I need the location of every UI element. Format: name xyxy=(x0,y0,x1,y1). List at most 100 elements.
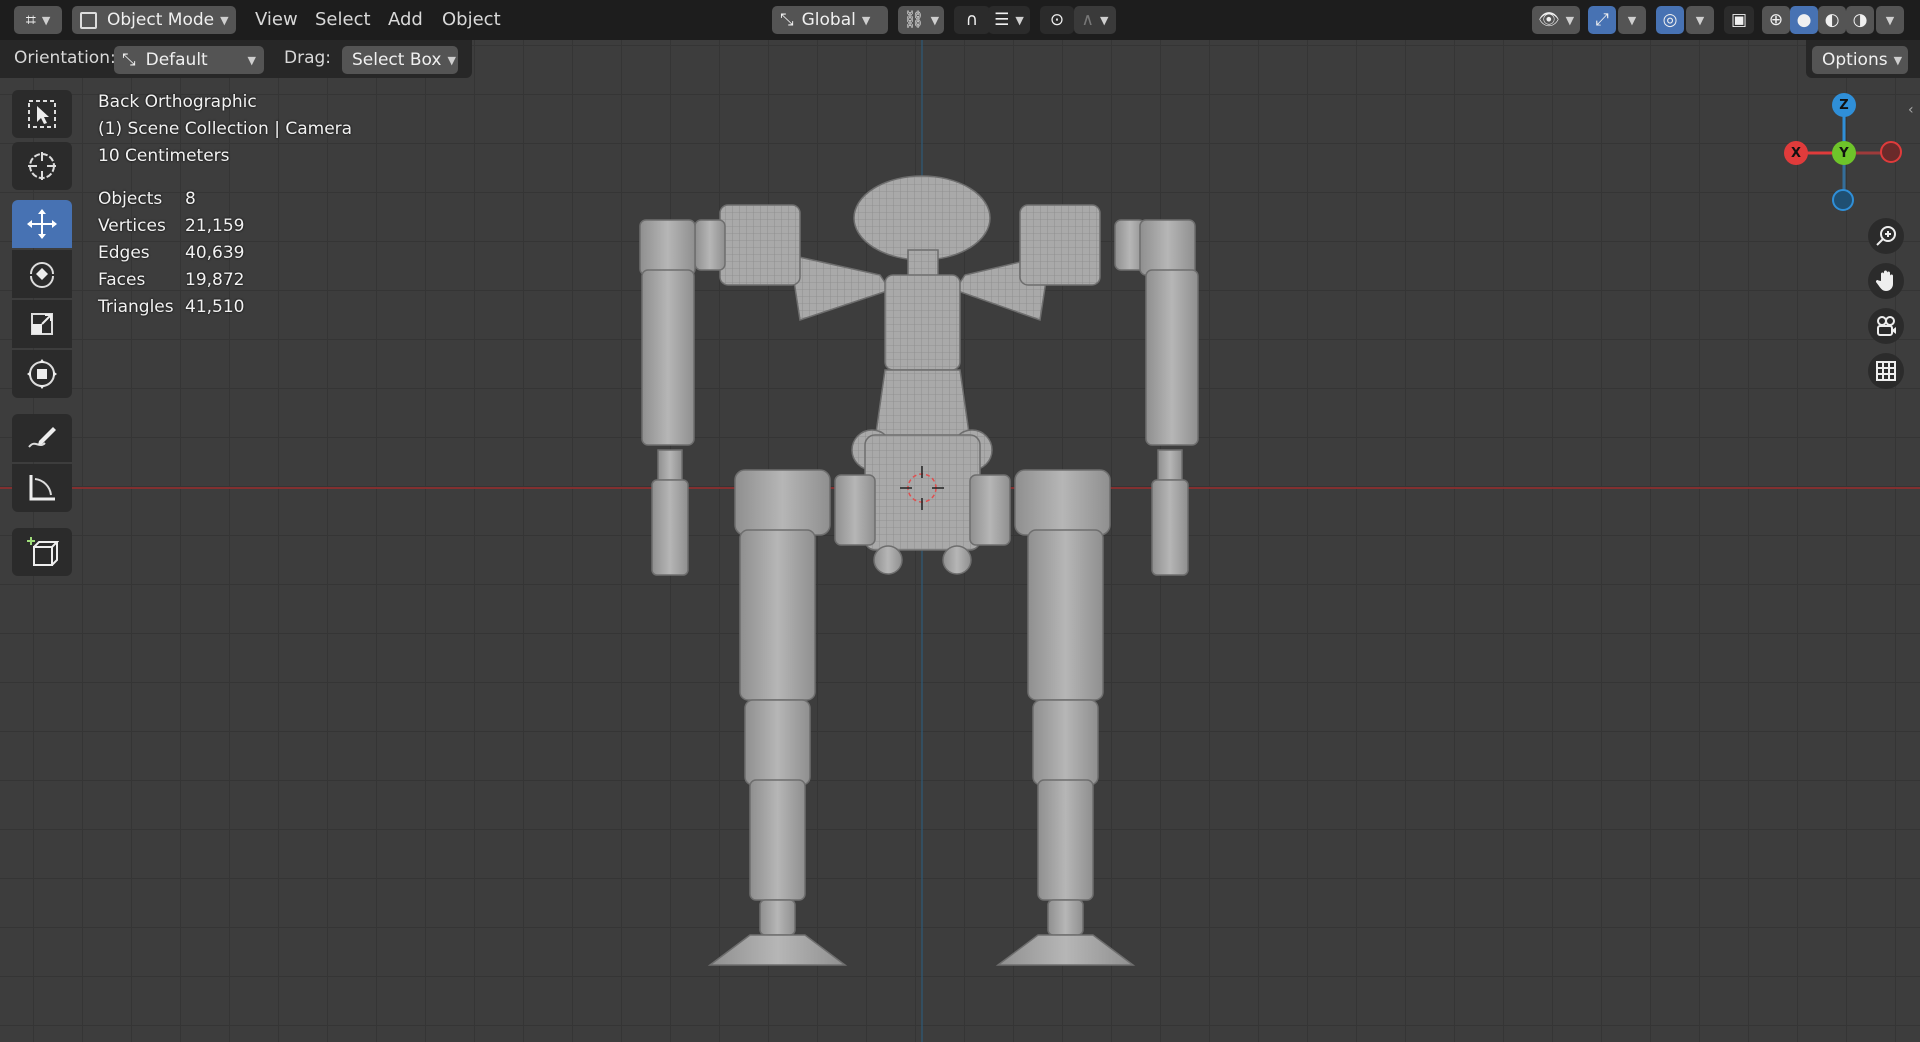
tool-scale[interactable] xyxy=(12,300,72,348)
gizmo-toggle[interactable]: ⤢ xyxy=(1588,6,1616,34)
chevron-down-icon: ▼ xyxy=(1627,13,1637,27)
scale-icon xyxy=(31,313,53,335)
magnet-icon: ∩ xyxy=(965,10,979,30)
chevron-down-icon: ▼ xyxy=(930,13,940,27)
pivot-icon: ⛓ xyxy=(902,10,925,30)
snap-toggle[interactable]: ∩ xyxy=(954,6,990,34)
gizmo-z-axis[interactable]: Z xyxy=(1832,93,1856,117)
tool-annotate[interactable] xyxy=(12,414,72,462)
object-mode-icon xyxy=(80,11,97,29)
stat-label: Vertices xyxy=(98,216,166,236)
measure-icon xyxy=(29,475,55,501)
robot-model[interactable] xyxy=(620,170,1220,980)
overlays-icon: ◎ xyxy=(1662,10,1678,30)
xray-icon: ▣ xyxy=(1730,10,1748,30)
stat-value: 21,159 xyxy=(185,216,245,236)
tool-transform[interactable] xyxy=(12,350,72,398)
stat-label: Edges xyxy=(98,243,150,263)
menu-view[interactable]: View xyxy=(255,9,298,30)
pivot-point-dropdown[interactable]: ⛓ ▼ xyxy=(898,6,944,34)
overlays-dropdown[interactable]: ▼ xyxy=(1686,6,1714,34)
drag-label: Drag: xyxy=(284,48,332,68)
snap-target-dropdown[interactable]: ☰ ▼ xyxy=(988,6,1030,34)
shading-wireframe-button[interactable]: ⊕ xyxy=(1762,6,1790,34)
editor-type-button[interactable]: ⌗ ▼ xyxy=(14,6,62,34)
xray-toggle[interactable]: ▣ xyxy=(1724,6,1754,34)
mode-dropdown[interactable]: Object Mode ▼ xyxy=(72,6,236,34)
shading-rendered-button[interactable]: ◑ xyxy=(1846,6,1874,34)
cursor-icon xyxy=(28,152,56,180)
orientation-dropdown[interactable]: ⤡ Default ▼ xyxy=(114,46,264,74)
chevron-down-icon: ▼ xyxy=(861,13,871,27)
collection-info: (1) Scene Collection | Camera xyxy=(98,119,353,139)
rendered-sphere-icon: ◑ xyxy=(1852,10,1868,30)
chevron-down-icon: ▼ xyxy=(1565,13,1575,27)
transform-icon xyxy=(27,359,57,389)
menu-add[interactable]: Add xyxy=(388,9,423,30)
ortho-toggle-button[interactable] xyxy=(1868,353,1904,389)
proportional-falloff-dropdown[interactable]: ∧ ▼ xyxy=(1074,6,1116,34)
hand-icon xyxy=(1875,270,1893,291)
shading-dropdown[interactable]: ▼ xyxy=(1876,6,1904,34)
transform-orientation-dropdown[interactable]: ⤡ Global ▼ xyxy=(772,6,888,34)
menu-select[interactable]: Select xyxy=(315,9,371,30)
tool-measure[interactable] xyxy=(12,464,72,512)
stat-label: Objects xyxy=(98,189,163,209)
chevron-down-icon: ▼ xyxy=(447,53,456,67)
sidebar-toggle-icon[interactable]: ‹ xyxy=(1908,102,1914,118)
orientation-axes-icon: ⤡ xyxy=(780,10,794,30)
tool-add-cube[interactable] xyxy=(12,528,72,576)
chevron-down-icon: ▼ xyxy=(1893,53,1903,67)
drag-dropdown[interactable]: Select Box ▼ xyxy=(342,46,458,74)
stat-value: 8 xyxy=(185,189,196,209)
chevron-down-icon: ▼ xyxy=(1885,13,1895,27)
drag-value: Select Box xyxy=(352,50,442,70)
transform-orientation-label: Global xyxy=(801,10,856,30)
select-box-icon xyxy=(28,100,56,128)
stat-value: 40,639 xyxy=(185,243,245,263)
grid-icon xyxy=(1876,361,1896,381)
gizmo-x-axis[interactable]: X xyxy=(1784,141,1808,165)
camera-view-button[interactable] xyxy=(1868,308,1904,344)
orientation-axes-icon: ⤡ xyxy=(122,50,136,70)
gizmo-z-label: Z xyxy=(1839,97,1849,113)
view-name: Back Orthographic xyxy=(98,92,257,112)
tool-select-box[interactable] xyxy=(12,90,72,138)
tool-cursor[interactable] xyxy=(12,142,72,190)
options-dropdown[interactable]: Options ▼ xyxy=(1812,46,1908,74)
menu-object[interactable]: Object xyxy=(442,9,501,30)
gizmo-icon: ⤢ xyxy=(1595,10,1609,30)
shading-solid-button[interactable]: ● xyxy=(1790,6,1818,34)
gizmo-neg-x-axis[interactable] xyxy=(1880,141,1902,163)
shading-material-button[interactable]: ◐ xyxy=(1818,6,1846,34)
camera-icon xyxy=(1877,316,1896,336)
orientation-value: Default xyxy=(145,50,208,70)
header-bar: ⌗ ▼ Object Mode ▼ View Select Add Object … xyxy=(0,0,1920,40)
stat-value: 19,872 xyxy=(185,270,245,290)
proportional-editing-toggle[interactable]: ⊙ xyxy=(1040,6,1074,34)
material-sphere-icon: ◐ xyxy=(1824,10,1840,30)
visibility-dropdown[interactable]: 👁 ▼ xyxy=(1532,6,1580,34)
stat-label: Faces xyxy=(98,270,146,290)
rotate-icon xyxy=(30,262,54,288)
wireframe-sphere-icon: ⊕ xyxy=(1768,10,1784,30)
move-icon xyxy=(27,209,57,239)
tool-rotate[interactable] xyxy=(12,250,72,298)
gizmo-y-axis[interactable]: Y xyxy=(1832,141,1856,165)
proportional-icon: ⊙ xyxy=(1049,10,1065,30)
chevron-down-icon: ▼ xyxy=(1695,13,1705,27)
falloff-curve-icon: ∧ xyxy=(1081,10,1094,30)
gizmo-neg-z-axis[interactable] xyxy=(1832,189,1854,211)
chevron-down-icon: ▼ xyxy=(41,13,51,27)
zoom-icon xyxy=(1876,226,1896,246)
zoom-button[interactable] xyxy=(1868,218,1904,254)
pan-button[interactable] xyxy=(1868,263,1904,299)
solid-sphere-icon: ● xyxy=(1796,10,1812,30)
tool-move[interactable] xyxy=(12,200,72,248)
gizmo-dropdown[interactable]: ▼ xyxy=(1618,6,1646,34)
editor-type-icon: ⌗ xyxy=(25,9,36,31)
grid-scale: 10 Centimeters xyxy=(98,146,230,166)
chevron-down-icon: ▼ xyxy=(247,53,256,67)
overlays-toggle[interactable]: ◎ xyxy=(1656,6,1684,34)
mode-label: Object Mode xyxy=(107,10,215,30)
